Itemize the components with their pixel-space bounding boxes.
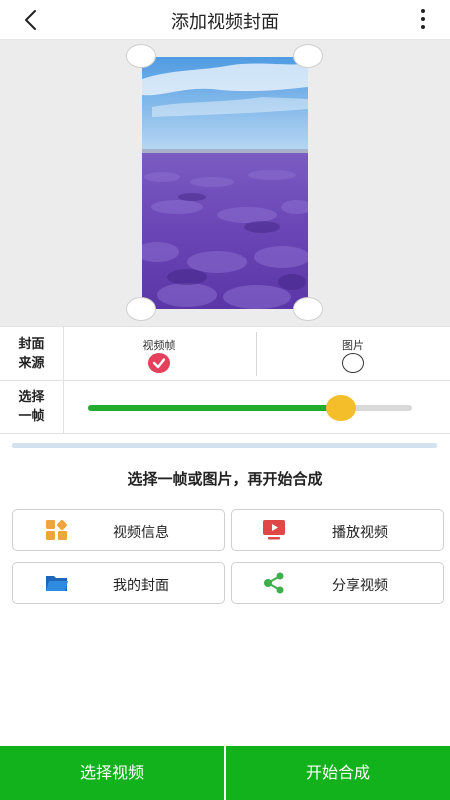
cover-preview-area [0,40,450,326]
frame-select-label: 选择一帧 [0,381,64,433]
frame-slider-fill [88,405,341,411]
my-covers-button[interactable]: 我的封面 [12,562,225,604]
crop-handle-bottom-left[interactable] [126,297,156,321]
crop-handle-bottom-right[interactable] [293,297,323,321]
page-title: 添加视频封面 [171,12,279,33]
video-info-label: 视频信息 [113,525,169,541]
bottom-action-bar: 选择视频 开始合成 [0,746,450,800]
cover-source-label: 封面来源 [0,327,64,380]
video-info-button[interactable]: 视频信息 [12,509,225,551]
share-video-label: 分享视频 [332,578,388,594]
my-covers-label: 我的封面 [113,578,169,594]
image-label: 图片 [342,339,364,352]
section-divider [12,443,437,448]
share-video-button[interactable]: 分享视频 [231,562,444,604]
frame-slider-thumb[interactable] [325,395,356,421]
check-circle-icon[interactable] [148,353,170,373]
option-divider [256,332,257,376]
folder-icon [46,576,68,591]
radio-circle-icon[interactable] [342,353,364,373]
start-compose-button[interactable]: 开始合成 [226,746,450,800]
grid-icon [46,519,68,540]
crop-handle-top-right[interactable] [293,44,323,68]
source-option-video-frame[interactable]: 视频帧 [64,327,254,380]
frame-slider[interactable] [88,395,412,421]
cover-source-row: 封面来源 视频帧 图片 [0,326,450,381]
play-video-button[interactable]: 播放视频 [231,509,444,551]
more-vertical-icon[interactable] [420,9,426,31]
video-frame-label: 视频帧 [142,339,176,352]
share-icon [264,572,284,594]
source-option-image[interactable]: 图片 [258,327,448,380]
play-video-label: 播放视频 [332,525,388,541]
instruction-text: 选择一帧或图片，再开始合成 [127,470,323,488]
top-bar: 添加视频封面 [0,0,450,40]
crop-handle-top-left[interactable] [126,44,156,68]
select-video-button[interactable]: 选择视频 [0,746,224,800]
frame-select-row: 选择一帧 [0,381,450,434]
cover-frame-image[interactable] [142,57,308,309]
play-screen-icon [263,520,285,540]
